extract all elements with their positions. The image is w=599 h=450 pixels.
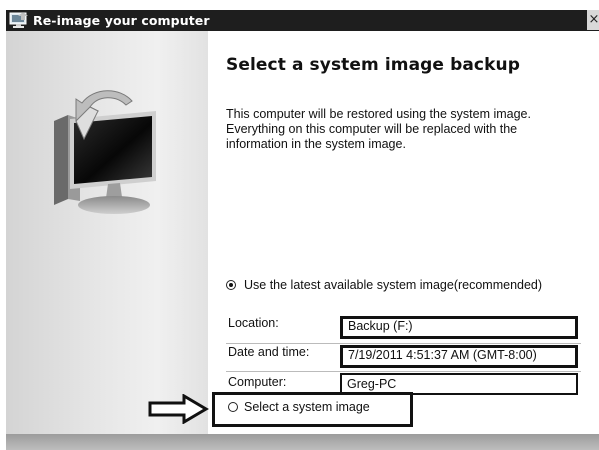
computer-restore-icon — [46, 81, 164, 226]
option-latest-image[interactable]: Use the latest available system image(re… — [226, 278, 542, 292]
radio-select-image[interactable] — [228, 402, 238, 412]
reimage-window: Re-image your computer × Select a system… — [6, 10, 599, 450]
window-title: Re-image your computer — [33, 13, 210, 28]
field-divider — [226, 371, 581, 372]
arrow-right-icon — [148, 393, 210, 429]
location-value: Backup (F:) — [340, 316, 578, 339]
radio-latest-image[interactable] — [226, 280, 236, 290]
option-select-label: Select a system image — [244, 400, 370, 414]
field-divider — [226, 343, 581, 344]
close-button[interactable]: × — [587, 10, 599, 30]
sidebar-panel — [6, 31, 208, 434]
location-label: Location: — [228, 316, 279, 330]
content-panel: Select a system image backup This comput… — [208, 31, 599, 434]
window-icon — [9, 12, 29, 29]
option-latest-label: Use the latest available system image(re… — [244, 278, 543, 292]
page-title: Select a system image backup — [226, 55, 520, 75]
title-bar[interactable]: Re-image your computer × — [6, 10, 599, 31]
computer-label: Computer: — [228, 375, 287, 389]
description-text: This computer will be restored using the… — [226, 107, 531, 151]
option-select-image[interactable]: Select a system image — [228, 400, 370, 414]
date-time-label: Date and time: — [228, 345, 310, 359]
bottom-bar — [6, 434, 599, 450]
date-time-value: 7/19/2011 4:51:37 AM (GMT-8:00) — [340, 345, 578, 368]
